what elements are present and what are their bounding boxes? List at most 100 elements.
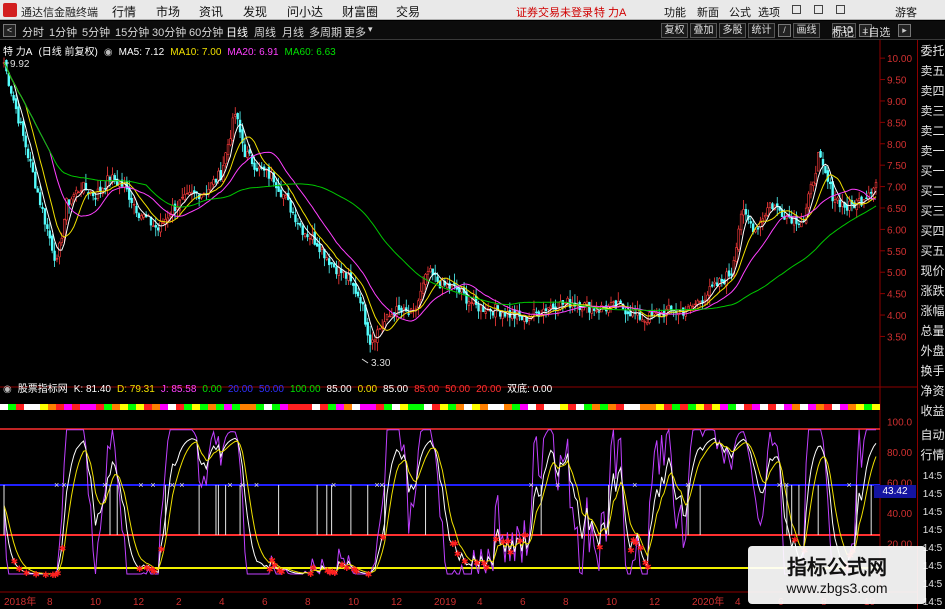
statistics-button[interactable]: 统计 bbox=[748, 23, 775, 38]
signal-band-cell bbox=[184, 404, 192, 410]
stock-title: 特 力A bbox=[594, 7, 627, 19]
guest-label[interactable]: 游客 bbox=[895, 4, 917, 20]
signal-band-cell bbox=[808, 404, 816, 410]
side-label[interactable]: 总量 bbox=[919, 324, 945, 338]
side-label[interactable]: 买一 bbox=[919, 164, 945, 178]
menu-trade[interactable]: 交易 bbox=[396, 3, 420, 20]
add-watchlist-button[interactable]: +自选 bbox=[862, 24, 890, 40]
minimize-box-icon[interactable] bbox=[792, 5, 801, 14]
side-label[interactable]: 外盘 bbox=[919, 344, 945, 358]
overlay-button[interactable]: 叠加 bbox=[690, 23, 717, 38]
draw-tool-icon[interactable]: / bbox=[778, 24, 791, 37]
period-60min[interactable]: 60分钟 bbox=[189, 24, 223, 40]
menu-ask[interactable]: 问小达 bbox=[287, 3, 323, 20]
back-icon[interactable]: < bbox=[3, 24, 16, 37]
side-label[interactable]: 委托 bbox=[919, 44, 945, 58]
period-monthly[interactable]: 月线 bbox=[282, 24, 304, 40]
candle-body bbox=[229, 138, 232, 146]
signal-band-cell bbox=[496, 404, 504, 410]
signal-band-cell bbox=[104, 404, 112, 410]
restore-box-icon[interactable] bbox=[814, 5, 823, 14]
side-label[interactable]: 14:5 bbox=[919, 488, 945, 502]
signal-band-cell bbox=[680, 404, 688, 410]
side-label[interactable]: 14:5 bbox=[919, 506, 945, 520]
side-label[interactable]: 14:5 bbox=[919, 470, 945, 484]
candle-body bbox=[715, 282, 719, 286]
candle-body bbox=[814, 172, 817, 184]
x-tick-label: 10 bbox=[348, 597, 360, 608]
side-label[interactable]: 卖二 bbox=[919, 124, 945, 138]
price-legend: 特 力A (日线 前复权) ◉ MA5: 7.12 MA10: 7.00 MA20: 6.… bbox=[3, 43, 342, 58]
side-label[interactable]: 收益 bbox=[919, 404, 945, 418]
period-1min[interactable]: 1分钟 bbox=[49, 24, 77, 40]
side-label[interactable]: 买二 bbox=[919, 184, 945, 198]
side-label[interactable]: 净资 bbox=[919, 384, 945, 398]
side-label[interactable]: 涨幅 bbox=[919, 304, 945, 318]
menu-new-page[interactable]: 新面 bbox=[697, 4, 719, 20]
period-multi[interactable]: 多周期 bbox=[309, 24, 342, 40]
signal-band-cell bbox=[800, 404, 808, 410]
signal-band-cell bbox=[384, 404, 392, 410]
panel-toggle-icon[interactable]: ▸ bbox=[898, 24, 911, 37]
side-label[interactable]: 卖三 bbox=[919, 104, 945, 118]
side-label[interactable]: 卖五 bbox=[919, 64, 945, 78]
side-label[interactable]: 涨跌 bbox=[919, 284, 945, 298]
candle-body bbox=[50, 235, 54, 251]
menu-discover[interactable]: 发现 bbox=[243, 3, 267, 20]
x-tick-label: 10 bbox=[606, 597, 618, 608]
side-label[interactable]: 买五 bbox=[919, 244, 945, 258]
menu-news[interactable]: 资讯 bbox=[199, 3, 223, 20]
maximize-box-icon[interactable] bbox=[836, 5, 845, 14]
menu-wealth[interactable]: 财富圈 bbox=[342, 3, 378, 20]
period-daily[interactable]: 日线 bbox=[226, 24, 248, 40]
side-label[interactable]: 卖四 bbox=[919, 84, 945, 98]
candle-body bbox=[352, 282, 355, 286]
period-30min[interactable]: 30分钟 bbox=[152, 24, 186, 40]
signal-band-cell bbox=[72, 404, 80, 410]
side-label[interactable]: 卖一 bbox=[919, 144, 945, 158]
candle-body bbox=[169, 214, 172, 217]
side-label[interactable]: 换手 bbox=[919, 364, 945, 378]
candle-body bbox=[371, 339, 374, 343]
multi-stock-button[interactable]: 多股 bbox=[719, 23, 746, 38]
candle-body bbox=[159, 221, 162, 233]
signal-band-cell bbox=[352, 404, 360, 410]
candle-body bbox=[385, 314, 389, 320]
menu-formula[interactable]: 公式 bbox=[729, 4, 751, 20]
side-label[interactable]: 买四 bbox=[919, 224, 945, 238]
more-chevron-icon[interactable]: ▾ bbox=[368, 24, 373, 35]
signal-band-cell bbox=[464, 404, 472, 410]
signal-band-cell bbox=[176, 404, 184, 410]
side-label[interactable]: 现价 bbox=[919, 264, 945, 278]
candle-body bbox=[12, 95, 15, 101]
adjust-button[interactable]: 复权 bbox=[661, 23, 688, 38]
signal-band-cell bbox=[736, 404, 744, 410]
candle-body bbox=[824, 165, 827, 174]
price-chart[interactable]: 10.00 9.50 9.00 8.50 8.00 7.50 7.00 6.50 6.00 5.5… bbox=[0, 40, 917, 392]
menu-function[interactable]: 功能 bbox=[664, 4, 686, 20]
candle-body bbox=[708, 286, 711, 296]
period-weekly[interactable]: 周线 bbox=[254, 24, 276, 40]
mark-label[interactable]: 标记 bbox=[832, 24, 854, 40]
period-15min[interactable]: 15分钟 bbox=[115, 24, 149, 40]
side-label[interactable]: 自动 bbox=[919, 428, 945, 442]
side-label[interactable]: 买三 bbox=[919, 204, 945, 218]
candle-body bbox=[670, 305, 673, 310]
candle-body bbox=[691, 305, 695, 308]
signal-band-cell bbox=[744, 404, 752, 410]
side-label[interactable]: 行情 bbox=[919, 448, 945, 462]
signal-band-cell bbox=[336, 404, 344, 410]
candle-body bbox=[460, 288, 463, 293]
period-more[interactable]: 更多 bbox=[344, 24, 366, 40]
menu-options[interactable]: 选项 bbox=[758, 4, 780, 20]
period-tick[interactable]: 分时 bbox=[22, 24, 44, 40]
draw-line-button[interactable]: 画线 bbox=[793, 23, 820, 38]
period-5min[interactable]: 5分钟 bbox=[82, 24, 110, 40]
side-label[interactable]: 14:5 bbox=[919, 524, 945, 538]
candle-body bbox=[70, 198, 73, 205]
indicator-tick-label: 40.00 bbox=[887, 509, 912, 520]
menu-market[interactable]: 行情 bbox=[112, 3, 136, 20]
menu-board[interactable]: 市场 bbox=[156, 3, 180, 20]
signal-band-cell bbox=[632, 404, 640, 410]
signal-band-cell bbox=[488, 404, 496, 410]
